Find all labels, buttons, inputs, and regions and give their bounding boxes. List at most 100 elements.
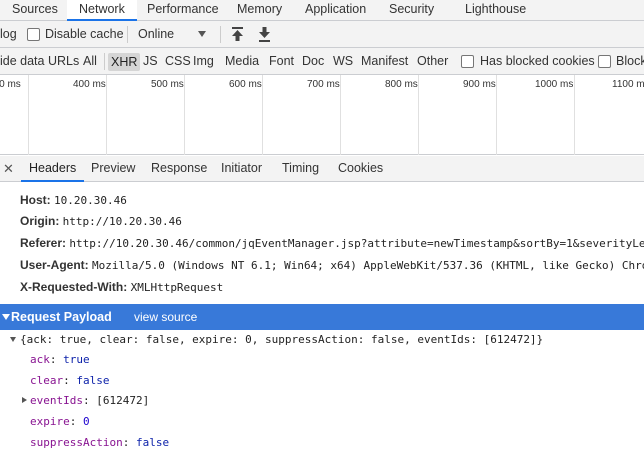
request-detail-tabs: ✕ Headers Preview Response Initiator Tim…	[0, 156, 644, 182]
filter-bar: ide data URLs All XHR JS CSS Img Media F…	[0, 48, 644, 75]
header-value: 10.20.30.46	[54, 194, 127, 207]
tab-timing[interactable]: Timing	[282, 156, 319, 182]
payload-summary: {ack: true, clear: false, expire: 0, sup…	[20, 333, 544, 346]
payload-key: expire	[30, 415, 70, 428]
header-row-host: Host: 10.20.30.46	[20, 190, 127, 210]
header-name: Host:	[20, 193, 51, 207]
payload-field-row: expire: 0	[30, 415, 90, 428]
timeline-tick-label: 300 ms	[0, 79, 21, 90]
preserve-log-label[interactable]: log	[0, 21, 17, 48]
payload-key: eventIds	[30, 394, 83, 407]
timeline-gridline	[262, 75, 263, 155]
tab-cookies[interactable]: Cookies	[338, 156, 383, 182]
header-row-user-agent: User-Agent: Mozilla/5.0 (Windows NT 6.1;…	[20, 255, 644, 275]
filter-type-all[interactable]: All	[83, 48, 97, 75]
request-payload-section-header[interactable]: Request Payload view source	[0, 304, 644, 330]
timeline-gridline	[418, 75, 419, 155]
filter-type-js[interactable]: JS	[143, 48, 158, 75]
header-name: Origin:	[20, 214, 60, 228]
timeline-tick-label: 400 ms	[73, 79, 106, 90]
chevron-down-icon[interactable]	[198, 31, 206, 37]
toolbar-divider	[127, 26, 128, 43]
blocked-requests-checkbox[interactable]	[598, 55, 611, 68]
filter-type-xhr[interactable]: XHR	[108, 53, 141, 71]
header-row-referer: Referer: http://10.20.30.46/common/jqEve…	[20, 233, 644, 253]
filter-type-manifest[interactable]: Manifest	[361, 48, 408, 75]
timeline-gridline	[340, 75, 341, 155]
payload-key: ack	[30, 353, 50, 366]
header-value: http://10.20.30.46/common/jqEventManager…	[69, 237, 644, 250]
tab-network[interactable]: Network	[67, 0, 137, 21]
header-name: X-Requested-With:	[20, 280, 128, 294]
timeline-tick-label: 600 ms	[229, 79, 262, 90]
payload-field-row-expandable[interactable]: eventIds: [612472]	[20, 391, 149, 411]
timeline-tick-label: 900 ms	[463, 79, 496, 90]
tab-memory[interactable]: Memory	[237, 0, 282, 21]
tab-initiator[interactable]: Initiator	[221, 156, 262, 182]
payload-field-row: suppressAction: false	[30, 436, 170, 449]
timeline-overview[interactable]: 300 ms 400 ms 500 ms 600 ms 700 ms 800 m…	[0, 75, 644, 155]
hide-data-urls-label[interactable]: ide data URLs	[0, 48, 79, 75]
tab-security[interactable]: Security	[389, 0, 434, 21]
timeline-gridline	[496, 75, 497, 155]
expand-triangle-icon[interactable]	[10, 337, 16, 342]
payload-value: 0	[83, 415, 90, 428]
header-value: XMLHttpRequest	[130, 281, 224, 294]
payload-key: suppressAction	[30, 436, 123, 449]
disable-cache-checkbox[interactable]	[27, 28, 40, 41]
timeline-gridline	[28, 75, 29, 155]
has-blocked-cookies-checkbox[interactable]	[461, 55, 474, 68]
tab-lighthouse[interactable]: Lighthouse	[465, 0, 526, 21]
headers-panel: Host: 10.20.30.46 Origin: http://10.20.3…	[0, 182, 644, 462]
payload-value: false	[76, 374, 110, 387]
upload-arrow-icon[interactable]	[231, 27, 244, 42]
throttling-select[interactable]: Online	[138, 21, 174, 48]
request-payload-title[interactable]: Request Payload	[11, 304, 112, 330]
filter-type-img[interactable]: Img	[193, 48, 214, 75]
tab-performance[interactable]: Performance	[147, 0, 219, 21]
timeline-tick-label: 700 ms	[307, 79, 340, 90]
expand-triangle-icon[interactable]	[22, 397, 27, 403]
payload-value: true	[63, 353, 90, 366]
timeline-tick-label: 500 ms	[151, 79, 184, 90]
payload-field-row: ack: true	[30, 353, 90, 366]
view-source-link[interactable]: view source	[134, 304, 197, 330]
filter-type-media[interactable]: Media	[225, 48, 259, 75]
tab-application[interactable]: Application	[305, 0, 366, 21]
tab-sources[interactable]: Sources	[12, 0, 58, 21]
timeline-gridline	[106, 75, 107, 155]
timeline-tick-label: 800 ms	[385, 79, 418, 90]
toolbar-divider	[220, 26, 221, 43]
disable-cache-label[interactable]: Disable cache	[45, 21, 124, 48]
header-name: User-Agent:	[20, 258, 89, 272]
filter-type-doc[interactable]: Doc	[302, 48, 324, 75]
tab-headers[interactable]: Headers	[21, 156, 85, 182]
payload-field-row: clear: false	[30, 374, 110, 387]
has-blocked-cookies-label[interactable]: Has blocked cookies	[480, 48, 595, 75]
network-toolbar: log Disable cache Online	[0, 21, 644, 48]
header-name: Referer:	[20, 236, 67, 250]
filter-type-font[interactable]: Font	[269, 48, 294, 75]
blocked-requests-label[interactable]: Block	[616, 48, 644, 75]
timeline-gridline	[574, 75, 575, 155]
payload-value: false	[135, 436, 170, 449]
close-icon[interactable]: ✕	[3, 156, 14, 182]
filter-type-ws[interactable]: WS	[333, 48, 353, 75]
header-value: Mozilla/5.0 (Windows NT 6.1; Win64; x64)…	[92, 259, 644, 272]
timeline-gridline	[184, 75, 185, 155]
payload-summary-row[interactable]: {ack: true, clear: false, expire: 0, sup…	[10, 330, 543, 350]
header-value: http://10.20.30.46	[62, 215, 182, 228]
devtools-tab-bar: Sources Network Performance Memory Appli…	[0, 0, 644, 21]
header-row-x-requested-with: X-Requested-With: XMLHttpRequest	[20, 277, 223, 297]
payload-key: clear	[30, 374, 64, 387]
chevron-down-icon[interactable]	[2, 314, 10, 320]
toolbar-divider	[104, 53, 105, 70]
tab-response[interactable]: Response	[151, 156, 207, 182]
filter-type-other[interactable]: Other	[417, 48, 448, 75]
payload-value: [612472]	[96, 394, 150, 407]
header-row-origin: Origin: http://10.20.30.46	[20, 211, 182, 231]
download-arrow-icon[interactable]	[258, 27, 271, 42]
tab-preview[interactable]: Preview	[91, 156, 135, 182]
filter-type-css[interactable]: CSS	[165, 48, 191, 75]
timeline-tick-label: 1000 ms	[535, 79, 574, 90]
